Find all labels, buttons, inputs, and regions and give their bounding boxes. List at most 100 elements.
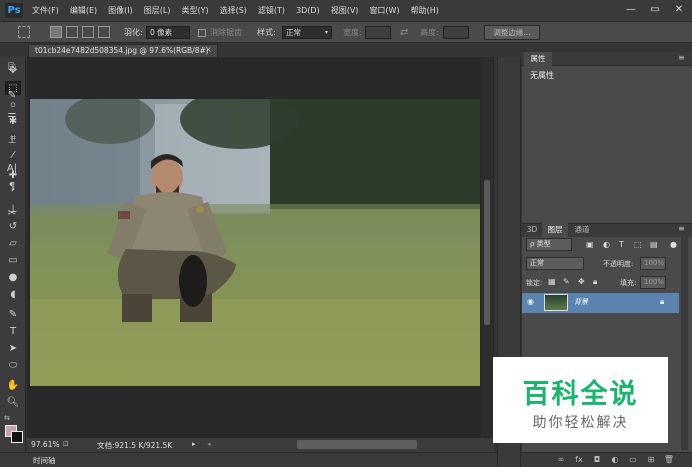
new-selection-icon[interactable] <box>50 26 62 38</box>
close-button[interactable]: ✕ <box>670 2 688 18</box>
maximize-button[interactable]: ▭ <box>646 2 664 18</box>
menu-file[interactable]: 文件(F) <box>32 0 59 22</box>
menu-3d[interactable]: 3D(D) <box>296 0 320 22</box>
menu-window[interactable]: 窗口(W) <box>369 0 399 22</box>
height-input[interactable] <box>443 26 469 39</box>
filter-pixel-icon[interactable]: ▣ <box>586 240 594 249</box>
style-select-value: 正常 <box>286 28 301 37</box>
width-input[interactable] <box>365 26 391 39</box>
timeline-tab[interactable]: 时间轴 <box>33 455 56 466</box>
gradient-tool-icon[interactable]: ▭ <box>5 254 21 268</box>
feather-label: 羽化: <box>124 28 143 37</box>
new-layer-icon[interactable]: ⊞ <box>645 455 657 465</box>
opacity-input[interactable]: 100% <box>640 257 666 270</box>
tab-properties[interactable]: 属性 <box>524 52 552 66</box>
intersect-selection-icon[interactable] <box>98 26 110 38</box>
layers-scrollbar[interactable] <box>681 237 688 450</box>
style-select[interactable]: 正常 ▾ <box>282 26 332 39</box>
character-panel-icon[interactable]: A| <box>4 162 20 176</box>
new-group-icon[interactable]: ▭ <box>627 455 639 465</box>
blur-tool-icon[interactable]: ● <box>5 271 21 285</box>
feather-input[interactable]: 0 像素 <box>146 26 190 39</box>
close-icon[interactable]: × <box>205 44 215 57</box>
blend-mode-select[interactable]: 正常 <box>526 257 584 270</box>
properties-panel <box>522 66 692 223</box>
style-label: 样式: <box>257 28 276 37</box>
layer-name[interactable]: 背景 <box>574 297 588 307</box>
tool-presets-icon[interactable]: ✂ <box>4 207 20 221</box>
document-size: 文档:921.5 K/921.5K <box>97 441 173 450</box>
lock-pixels-icon[interactable]: ✎ <box>563 277 570 286</box>
add-mask-icon[interactable]: ◘ <box>591 455 603 465</box>
add-selection-icon[interactable] <box>66 26 78 38</box>
layers-menu-icon[interactable]: ≡ <box>678 224 685 233</box>
watermark-title: 百科全说 <box>522 379 639 410</box>
menu-help[interactable]: 帮助(H) <box>411 0 439 22</box>
adjustment-layer-icon[interactable]: ◐ <box>609 455 621 465</box>
status-menu-arrow-icon[interactable]: ▸ <box>192 440 196 448</box>
filter-adjust-icon[interactable]: ◐ <box>603 240 610 249</box>
shape-tool-icon[interactable]: ⬭ <box>5 359 21 373</box>
swap-colors-icon[interactable]: ⇆ <box>4 414 10 422</box>
antialias-checkbox[interactable] <box>198 29 206 37</box>
scroll-left-arrow-icon[interactable]: ◂ <box>207 440 211 448</box>
menu-select[interactable]: 选择(S) <box>220 0 247 22</box>
tab-layers[interactable]: 图层 <box>542 223 568 237</box>
watermark-subtitle: 助你轻松解决 <box>532 415 629 431</box>
path-select-icon[interactable]: ➤ <box>5 342 21 356</box>
lock-label: 锁定: <box>526 279 543 287</box>
lock-transparent-icon[interactable]: ▦ <box>548 277 556 286</box>
menu-view[interactable]: 视图(V) <box>331 0 359 22</box>
opacity-label: 不透明度: <box>603 260 634 268</box>
refine-edge-button[interactable]: 调整边缘... <box>484 25 540 40</box>
lock-position-icon[interactable]: ✥ <box>578 277 585 286</box>
history-brush-icon[interactable]: ↺ <box>5 220 21 234</box>
actions-panel-icon[interactable]: ✎ <box>4 89 20 103</box>
type-tool-icon[interactable]: T <box>5 325 21 339</box>
link-layers-icon[interactable]: ∞ <box>555 455 567 465</box>
filter-smart-icon[interactable]: ▤ <box>650 240 658 249</box>
minimize-button[interactable]: — <box>622 2 640 18</box>
visibility-eye-icon[interactable]: ◉ <box>527 297 537 307</box>
photoshop-logo: Ps <box>5 3 23 18</box>
eyedropper-icon[interactable]: ⁄ <box>5 149 21 163</box>
filter-type-icon[interactable]: T <box>619 240 624 249</box>
zoom-level[interactable]: 97.61% <box>31 440 60 449</box>
filter-toggle-icon[interactable]: ● <box>670 240 677 249</box>
zoom-tool-icon[interactable]: 🔍︎ <box>5 396 21 410</box>
menu-edit[interactable]: 编辑(E) <box>70 0 97 22</box>
rect-marquee-icon[interactable] <box>18 26 30 38</box>
menu-type[interactable]: 类型(Y) <box>181 0 208 22</box>
tab-channels[interactable]: 通道 <box>570 223 594 237</box>
background-color-swatch[interactable] <box>11 431 23 443</box>
pen-tool-icon[interactable]: ✎ <box>5 308 21 322</box>
status-export-icon[interactable]: ⊡ <box>63 440 69 448</box>
tab-3d[interactable]: 3D <box>524 223 540 237</box>
vertical-scroll-thumb[interactable] <box>484 180 490 325</box>
subtract-selection-icon[interactable] <box>82 26 94 38</box>
paragraph-panel-icon[interactable]: ¶ <box>4 180 20 194</box>
dodge-tool-icon[interactable]: ◖ <box>5 288 21 302</box>
layer-style-icon[interactable]: fx <box>573 455 585 465</box>
lock-all-icon[interactable]: 🔒︎ <box>593 277 597 287</box>
clone-source-icon[interactable]: ⊥ <box>4 134 20 148</box>
history-panel-icon[interactable]: ⎘ <box>4 61 20 75</box>
panel-menu-icon[interactable]: ≡ <box>678 53 685 62</box>
horizontal-scroll-thumb[interactable] <box>297 440 417 449</box>
hand-tool-icon[interactable]: ✋ <box>5 379 21 393</box>
swap-icon[interactable]: ⇄ <box>400 22 408 43</box>
chevron-down-icon: ▾ <box>324 29 328 36</box>
fill-input[interactable]: 100% <box>640 276 666 289</box>
eraser-tool-icon[interactable]: ▱ <box>5 237 21 251</box>
menu-image[interactable]: 图像(I) <box>108 0 133 22</box>
adjustments-panel-icon[interactable]: ⚌ <box>4 108 20 122</box>
layer-filter-select[interactable]: ρ 类型 <box>526 238 572 251</box>
photo-image <box>30 99 480 386</box>
document-tab[interactable]: t01cb24e7482d508354.jpg @ 97.6%(RGB/8#) <box>28 44 218 57</box>
menu-layer[interactable]: 图层(L) <box>144 0 171 22</box>
status-bar: 97.61% ⊡ 文档:921.5 K/921.5K ▸ ◂ <box>27 437 494 452</box>
menu-filter[interactable]: 滤镜(T) <box>258 0 285 22</box>
delete-layer-icon[interactable]: 🗑︎ <box>663 455 675 465</box>
height-label: 高度: <box>420 28 439 37</box>
filter-shape-icon[interactable]: ⬚ <box>634 240 642 249</box>
